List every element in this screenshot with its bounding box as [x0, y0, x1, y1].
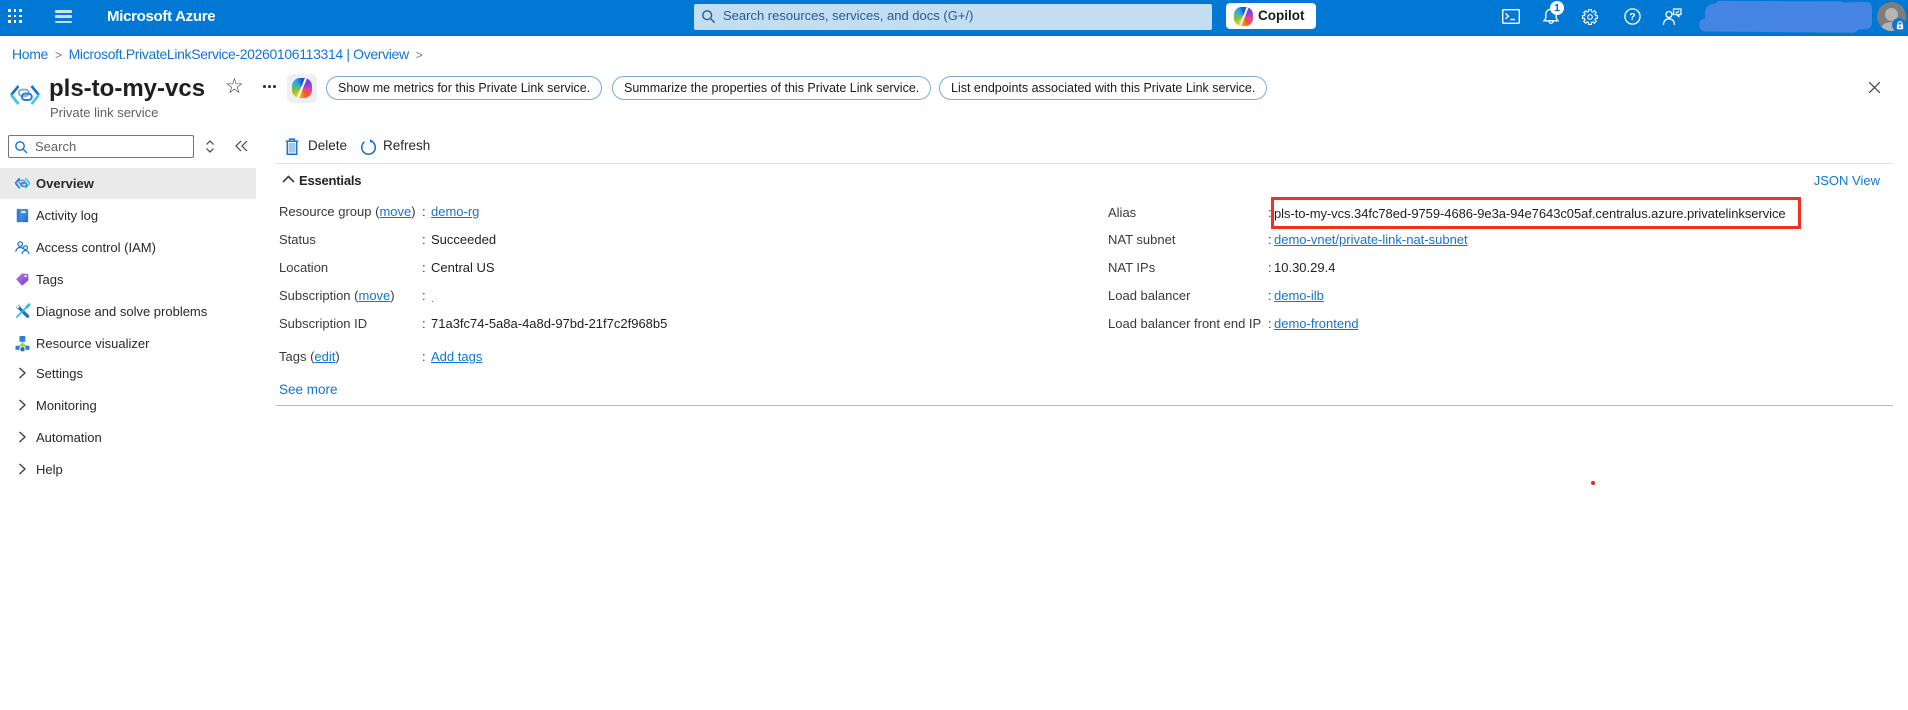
svg-text:?: ? — [1629, 11, 1635, 23]
